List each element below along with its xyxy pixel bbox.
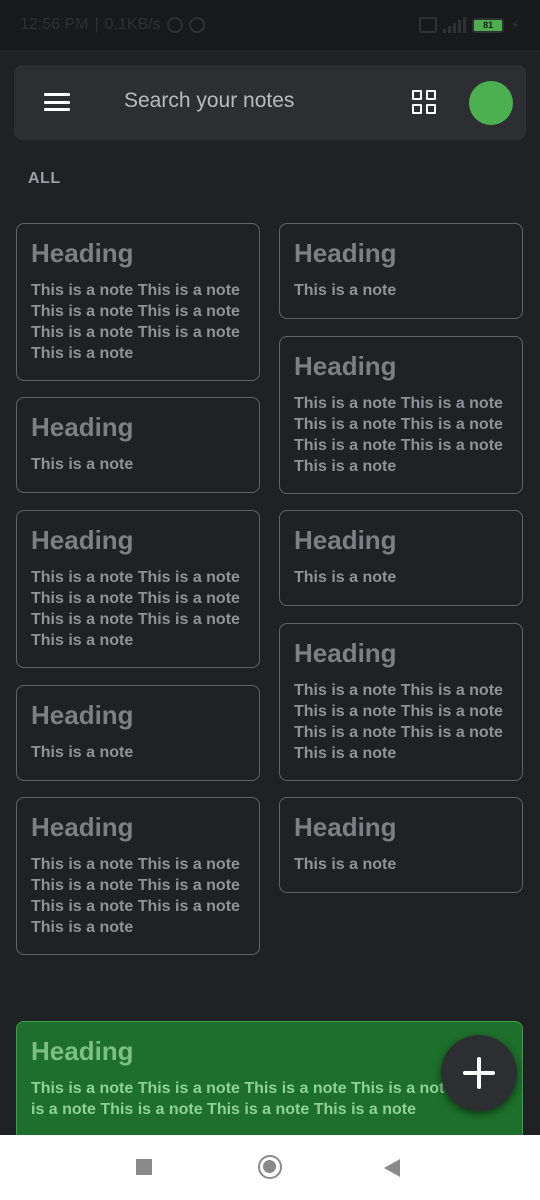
search-bar[interactable]: Search your notes	[14, 65, 526, 140]
note-card[interactable]: Heading This is a note This is a note Th…	[279, 623, 523, 781]
note-body: This is a note	[31, 744, 134, 761]
note-heading: Heading	[31, 412, 134, 442]
note-heading: Heading	[294, 638, 397, 668]
add-note-button[interactable]	[441, 1035, 517, 1111]
menu-icon[interactable]	[44, 93, 70, 111]
battery-level: 81	[483, 20, 494, 30]
note-body: This is a note This is a note This is a …	[31, 569, 240, 649]
recents-icon[interactable]	[136, 1159, 152, 1175]
battery-icon: 81	[472, 17, 505, 33]
status-left: 12:56 PM | 0.1KB/s	[20, 16, 205, 34]
note-heading: Heading	[294, 812, 397, 842]
note-body: This is a note This is a note This is a …	[294, 682, 503, 762]
system-nav-bar	[0, 1135, 540, 1200]
status-separator: |	[94, 16, 99, 33]
note-card[interactable]: Heading This is a note	[16, 397, 260, 493]
note-heading: Heading	[294, 351, 397, 381]
status-right: 81 ⚡	[419, 17, 520, 34]
note-heading: Heading	[31, 700, 134, 730]
note-body: This is a note	[294, 856, 397, 873]
avatar[interactable]	[469, 81, 513, 125]
signal-icon	[443, 17, 467, 33]
status-bar: 12:56 PM | 0.1KB/s 81 ⚡	[0, 0, 540, 50]
grid-view-icon[interactable]	[412, 90, 436, 114]
note-heading: Heading	[31, 238, 134, 268]
note-body: This is a note This is a note This is a …	[31, 1080, 491, 1118]
app-notification-icon	[188, 17, 205, 33]
note-body: This is a note	[294, 282, 397, 299]
note-heading: Heading	[31, 1036, 134, 1066]
note-card[interactable]: Heading This is a note This is a note Th…	[279, 336, 523, 494]
note-heading: Heading	[31, 812, 134, 842]
note-body: This is a note	[294, 569, 397, 586]
alarm-icon	[166, 17, 183, 33]
note-heading: Heading	[31, 525, 134, 555]
note-card[interactable]: Heading This is a note	[279, 223, 523, 319]
note-heading: Heading	[294, 238, 397, 268]
note-card[interactable]: Heading This is a note This is a note Th…	[16, 223, 260, 381]
status-network-speed: 0.1KB/s	[104, 16, 161, 33]
note-card[interactable]: Heading This is a note	[279, 510, 523, 606]
back-icon[interactable]	[384, 1159, 400, 1177]
note-card[interactable]: Heading This is a note	[16, 685, 260, 781]
note-body: This is a note This is a note This is a …	[31, 856, 240, 936]
home-icon[interactable]	[258, 1155, 282, 1179]
note-body: This is a note This is a note This is a …	[294, 395, 503, 475]
note-body: This is a note This is a note This is a …	[31, 282, 240, 362]
section-label: ALL	[28, 170, 61, 187]
note-card[interactable]: Heading This is a note This is a note Th…	[16, 797, 260, 955]
note-heading: Heading	[294, 525, 397, 555]
search-input[interactable]: Search your notes	[124, 89, 294, 113]
sim-icon	[419, 17, 438, 33]
note-card[interactable]: Heading This is a note This is a note Th…	[16, 510, 260, 668]
status-time: 12:56 PM	[20, 16, 89, 33]
note-card[interactable]: Heading This is a note	[279, 797, 523, 893]
charging-icon: ⚡	[510, 16, 520, 33]
note-body: This is a note	[31, 456, 134, 473]
